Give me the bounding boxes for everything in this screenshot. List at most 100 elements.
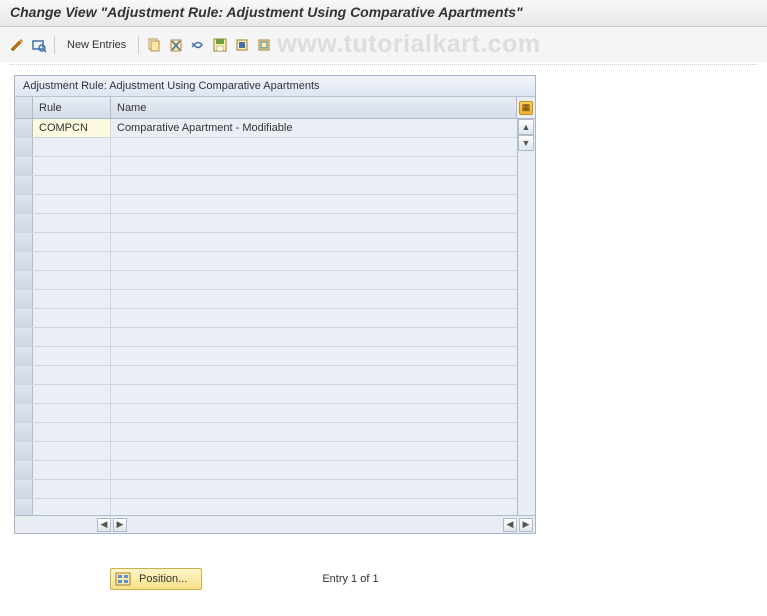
table-row-empty[interactable] (15, 214, 517, 233)
other-entry-icon[interactable] (30, 36, 48, 54)
new-entries-button[interactable]: New Entries (61, 39, 132, 51)
row-marker[interactable] (15, 138, 33, 156)
cell-name[interactable] (111, 328, 517, 346)
scroll-up-button[interactable]: ▲ (518, 119, 534, 135)
deselect-all-icon[interactable] (255, 36, 273, 54)
cell-name[interactable] (111, 442, 517, 460)
table-row-empty[interactable] (15, 290, 517, 309)
row-marker[interactable] (15, 328, 33, 346)
row-marker[interactable] (15, 423, 33, 441)
cell-name[interactable] (111, 195, 517, 213)
scroll-left-button-2[interactable]: ◀ (503, 518, 517, 532)
table-row-empty[interactable] (15, 157, 517, 176)
cell-rule[interactable] (33, 366, 111, 384)
table-row-empty[interactable] (15, 423, 517, 442)
table-row-empty[interactable] (15, 176, 517, 195)
row-marker[interactable] (15, 233, 33, 251)
row-marker[interactable] (15, 119, 33, 137)
cell-rule[interactable] (33, 461, 111, 479)
cell-rule[interactable] (33, 176, 111, 194)
table-row[interactable]: COMPCNComparative Apartment - Modifiable (15, 119, 517, 138)
column-header-name[interactable]: Name (111, 97, 517, 118)
table-row-empty[interactable] (15, 404, 517, 423)
cell-name[interactable] (111, 290, 517, 308)
row-marker[interactable] (15, 404, 33, 422)
cell-rule[interactable] (33, 233, 111, 251)
table-row-empty[interactable] (15, 385, 517, 404)
scroll-down-button[interactable]: ▼ (518, 135, 534, 151)
column-config-button[interactable]: ▦ (517, 97, 535, 118)
row-marker[interactable] (15, 157, 33, 175)
table-row-empty[interactable] (15, 347, 517, 366)
row-marker[interactable] (15, 271, 33, 289)
row-marker[interactable] (15, 385, 33, 403)
cell-name[interactable] (111, 252, 517, 270)
cell-name[interactable] (111, 404, 517, 422)
cell-rule[interactable] (33, 195, 111, 213)
row-marker[interactable] (15, 195, 33, 213)
cell-name[interactable] (111, 157, 517, 175)
row-marker[interactable] (15, 480, 33, 498)
save-icon[interactable] (211, 36, 229, 54)
row-marker[interactable] (15, 461, 33, 479)
cell-rule[interactable] (33, 290, 111, 308)
row-marker[interactable] (15, 290, 33, 308)
table-row-empty[interactable] (15, 195, 517, 214)
cell-rule[interactable] (33, 347, 111, 365)
vertical-scrollbar[interactable]: ▲ ▼ (517, 119, 535, 515)
scroll-right-button-2[interactable]: ▶ (519, 518, 533, 532)
table-row-empty[interactable] (15, 461, 517, 480)
table-row-empty[interactable] (15, 252, 517, 271)
scroll-right-button[interactable]: ▶ (113, 518, 127, 532)
select-all-icon[interactable] (233, 36, 251, 54)
cell-name[interactable] (111, 366, 517, 384)
column-header-rule[interactable]: Rule (33, 97, 111, 118)
delete-icon[interactable] (167, 36, 185, 54)
cell-rule[interactable] (33, 442, 111, 460)
cell-rule[interactable] (33, 385, 111, 403)
cell-rule[interactable] (33, 404, 111, 422)
cell-name[interactable] (111, 480, 517, 498)
cell-name[interactable] (111, 138, 517, 156)
cell-name[interactable] (111, 423, 517, 441)
cell-rule[interactable] (33, 214, 111, 232)
table-row-empty[interactable] (15, 138, 517, 157)
cell-name[interactable] (111, 271, 517, 289)
row-marker[interactable] (15, 176, 33, 194)
table-row-empty[interactable] (15, 366, 517, 385)
cell-rule[interactable] (33, 480, 111, 498)
row-marker-header[interactable] (15, 97, 33, 118)
row-marker[interactable] (15, 366, 33, 384)
horizontal-scrollbar[interactable]: ◀ ▶ ◀ ▶ (15, 515, 535, 533)
table-row-empty[interactable] (15, 309, 517, 328)
table-row-empty[interactable] (15, 499, 517, 515)
cell-name[interactable] (111, 347, 517, 365)
cell-rule[interactable] (33, 499, 111, 515)
scroll-left-button[interactable]: ◀ (97, 518, 111, 532)
row-marker[interactable] (15, 214, 33, 232)
cell-rule[interactable] (33, 252, 111, 270)
table-row-empty[interactable] (15, 442, 517, 461)
cell-name[interactable] (111, 499, 517, 515)
row-marker[interactable] (15, 309, 33, 327)
row-marker[interactable] (15, 499, 33, 515)
table-row-empty[interactable] (15, 480, 517, 499)
cell-name[interactable] (111, 214, 517, 232)
cell-rule[interactable] (33, 157, 111, 175)
cell-name[interactable] (111, 309, 517, 327)
cell-name[interactable] (111, 385, 517, 403)
cell-rule[interactable] (33, 138, 111, 156)
cell-name[interactable] (111, 461, 517, 479)
row-marker[interactable] (15, 252, 33, 270)
cell-name[interactable] (111, 176, 517, 194)
undo-icon[interactable] (189, 36, 207, 54)
table-row-empty[interactable] (15, 328, 517, 347)
toggle-change-icon[interactable] (8, 36, 26, 54)
cell-rule[interactable] (33, 309, 111, 327)
table-row-empty[interactable] (15, 233, 517, 252)
position-button[interactable]: Position... (110, 568, 202, 590)
table-row-empty[interactable] (15, 271, 517, 290)
cell-rule[interactable] (33, 271, 111, 289)
cell-rule[interactable] (33, 328, 111, 346)
cell-name[interactable]: Comparative Apartment - Modifiable (111, 119, 517, 137)
